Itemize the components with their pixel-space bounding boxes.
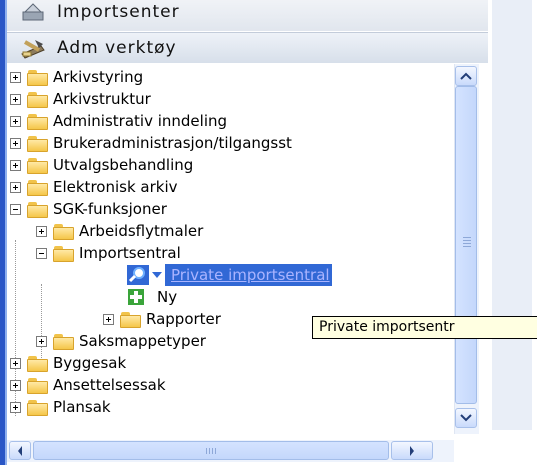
- tree-item-administrativ-inndeling[interactable]: Administrativ inndeling: [10, 110, 227, 132]
- folder-icon: [27, 113, 49, 130]
- folder-icon: [27, 201, 49, 218]
- nav-header-label: Importsenter: [57, 1, 180, 22]
- import-center-icon: [19, 0, 47, 24]
- tree-item-label: Administrativ inndeling: [53, 112, 228, 130]
- scroll-down-button[interactable]: [455, 408, 477, 428]
- tooltip: Private importsentr: [312, 316, 537, 339]
- tree-item-label: Private importsentral: [165, 264, 332, 286]
- scroll-thumb[interactable]: [455, 86, 477, 404]
- tree-item-label: Saksmappetyper: [79, 332, 206, 350]
- tree-item-label: Brukeradministrasjon/tilgangsst: [53, 134, 292, 152]
- scroll-thumb[interactable]: [33, 441, 389, 460]
- tree-item-label: Arkivstyring: [53, 68, 144, 86]
- tree-item-label: Arbeidsflytmaler: [79, 222, 204, 240]
- expand-icon[interactable]: [36, 225, 47, 237]
- tree-item-label: Ansettelsessak: [53, 376, 166, 394]
- folder-icon: [27, 135, 49, 152]
- expand-icon[interactable]: [10, 93, 21, 105]
- tree-item-saksmappetyper[interactable]: Saksmappetyper: [36, 330, 206, 352]
- tree-item-utvalgsbehandling[interactable]: Utvalgsbehandling: [10, 154, 193, 176]
- add-icon: [127, 288, 145, 306]
- scroll-grip: [209, 448, 210, 454]
- scroll-grip: [463, 246, 471, 247]
- expand-icon[interactable]: [10, 159, 21, 171]
- chevron-left-icon: [18, 445, 22, 456]
- expand-icon[interactable]: [36, 335, 47, 347]
- folder-icon: [53, 223, 75, 240]
- tree-item-sgk-funksjoner[interactable]: SGK-funksjoner: [10, 198, 167, 220]
- collapse-icon[interactable]: [36, 247, 47, 259]
- nav-header-adm-verktoy[interactable]: Adm verktøy: [7, 32, 488, 64]
- tree-item-arkivstyring[interactable]: Arkivstyring: [10, 66, 143, 88]
- tree-item-label: SGK-funksjoner: [53, 200, 167, 218]
- tree-item-byggesak[interactable]: Byggesak: [10, 352, 126, 374]
- expand-icon[interactable]: [10, 181, 21, 193]
- chevron-down-icon: [460, 414, 472, 422]
- tree-item-ansettelsessak[interactable]: Ansettelsessak: [10, 374, 166, 396]
- expand-icon[interactable]: [10, 357, 21, 369]
- scroll-grip: [206, 448, 207, 454]
- horizontal-scrollbar[interactable]: [7, 440, 454, 462]
- folder-icon: [120, 311, 142, 328]
- expand-icon[interactable]: [10, 401, 21, 413]
- scroll-grip: [215, 448, 216, 454]
- search-icon: [127, 265, 149, 285]
- expand-icon[interactable]: [103, 313, 114, 325]
- tree-item-label: Elektronisk arkiv: [53, 178, 178, 196]
- tree-item-brukeradministrasjon[interactable]: Brukeradministrasjon/tilgangsst: [10, 132, 292, 154]
- dropdown-arrow-icon[interactable]: [149, 265, 165, 285]
- tree-item-label: Utvalgsbehandling: [53, 156, 194, 174]
- tree-item-ny[interactable]: Ny: [127, 286, 177, 308]
- tree-item-private-importsentral[interactable]: Private importsentral: [127, 264, 332, 286]
- folder-icon: [53, 245, 75, 262]
- nav-header-label: Adm verktøy: [57, 38, 177, 58]
- tree-item-label: Importsentral: [79, 244, 181, 262]
- expand-icon[interactable]: [10, 115, 21, 127]
- folder-icon: [27, 377, 49, 394]
- tree-item-label: Plansak: [53, 398, 111, 416]
- scroll-grip: [463, 237, 471, 238]
- folder-icon: [53, 333, 75, 350]
- collapse-icon[interactable]: [10, 203, 21, 215]
- tree-item-rapporter[interactable]: Rapporter: [103, 308, 221, 330]
- tree-item-label: Arkivstruktur: [53, 90, 151, 108]
- expand-icon[interactable]: [10, 379, 21, 391]
- content-area: [492, 0, 532, 430]
- scroll-grip: [463, 243, 471, 244]
- chevron-up-icon: [460, 72, 472, 80]
- admin-tools-icon: [19, 36, 47, 60]
- expand-icon[interactable]: [10, 71, 21, 83]
- folder-icon: [27, 355, 49, 372]
- scroll-grip: [212, 448, 213, 454]
- tree-item-label: Ny: [157, 288, 178, 306]
- scroll-up-button[interactable]: [455, 66, 477, 86]
- tree-item-elektronisk-arkiv[interactable]: Elektronisk arkiv: [10, 176, 178, 198]
- tree-item-arkivstruktur[interactable]: Arkivstruktur: [10, 88, 151, 110]
- admin-tree: Arkivstyring Arkivstruktur Administrativ…: [7, 64, 454, 434]
- expand-icon[interactable]: [10, 137, 21, 149]
- folder-icon: [27, 69, 49, 86]
- folder-icon: [27, 157, 49, 174]
- scroll-right-button[interactable]: [391, 441, 433, 460]
- nav-header-importsenter[interactable]: Importsenter: [7, 0, 488, 32]
- chevron-right-icon: [410, 445, 414, 456]
- scroll-left-button[interactable]: [9, 441, 31, 460]
- folder-icon: [27, 91, 49, 108]
- tree-item-arbeidsflytmaler[interactable]: Arbeidsflytmaler: [36, 220, 203, 242]
- tree-item-label: Byggesak: [53, 354, 127, 372]
- vertical-scrollbar[interactable]: [454, 64, 479, 434]
- tree-item-label: Rapporter: [146, 310, 221, 328]
- tree-item-plansak[interactable]: Plansak: [10, 396, 111, 418]
- scroll-grip: [463, 240, 471, 241]
- folder-icon: [27, 399, 49, 416]
- folder-icon: [27, 179, 49, 196]
- scroll-corner: [454, 434, 480, 465]
- tree-item-importsentral[interactable]: Importsentral: [36, 242, 181, 264]
